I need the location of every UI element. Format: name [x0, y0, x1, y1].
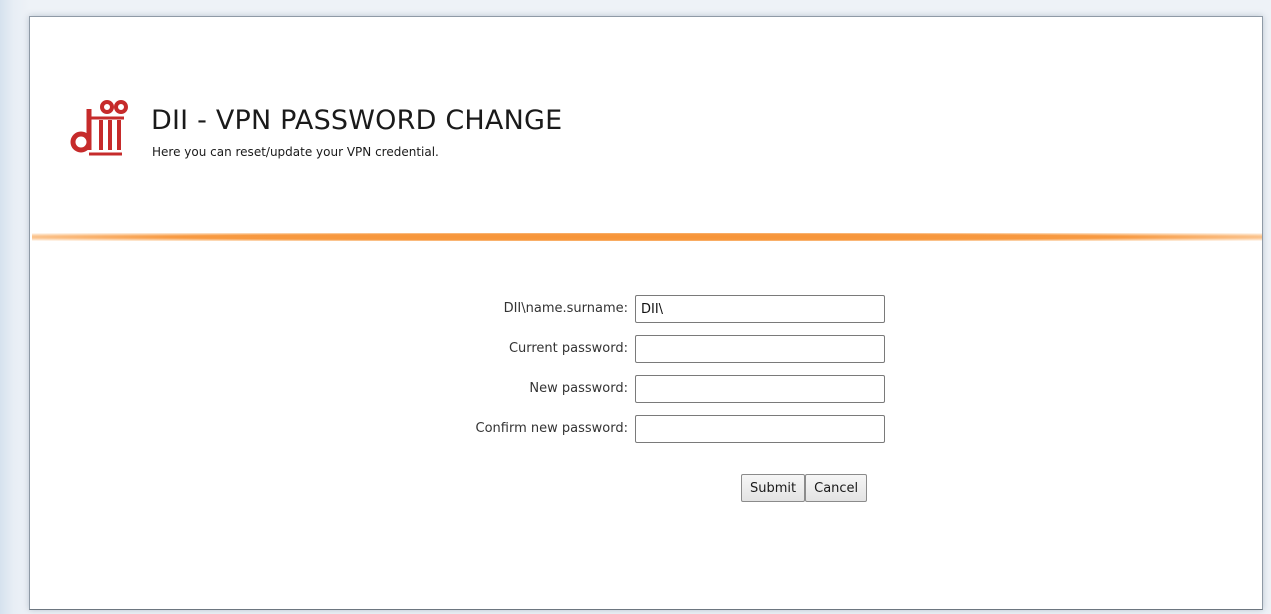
- page-panel: DII - VPN PASSWORD CHANGE Here you can r…: [29, 16, 1263, 610]
- cancel-button[interactable]: Cancel: [805, 474, 868, 502]
- current-password-label: Current password:: [508, 341, 628, 356]
- current-password-row: Current password:: [30, 335, 1262, 363]
- username-row: DII\name.surname:: [30, 295, 1262, 323]
- confirm-password-row: Confirm new password:: [30, 415, 1262, 443]
- new-password-row: New password:: [30, 375, 1262, 403]
- username-label: DII\name.surname:: [503, 301, 628, 316]
- confirm-password-input[interactable]: [635, 415, 885, 443]
- current-password-input[interactable]: [635, 335, 885, 363]
- confirm-password-label: Confirm new password:: [475, 421, 628, 436]
- browser-background: DII - VPN PASSWORD CHANGE Here you can r…: [0, 0, 1271, 614]
- password-change-form: DII\name.surname: Current password: New …: [30, 17, 1262, 609]
- submit-button[interactable]: Submit: [741, 474, 806, 502]
- form-buttons: Submit Cancel: [741, 474, 868, 502]
- new-password-label: New password:: [529, 381, 628, 396]
- username-input[interactable]: [635, 295, 885, 323]
- new-password-input[interactable]: [635, 375, 885, 403]
